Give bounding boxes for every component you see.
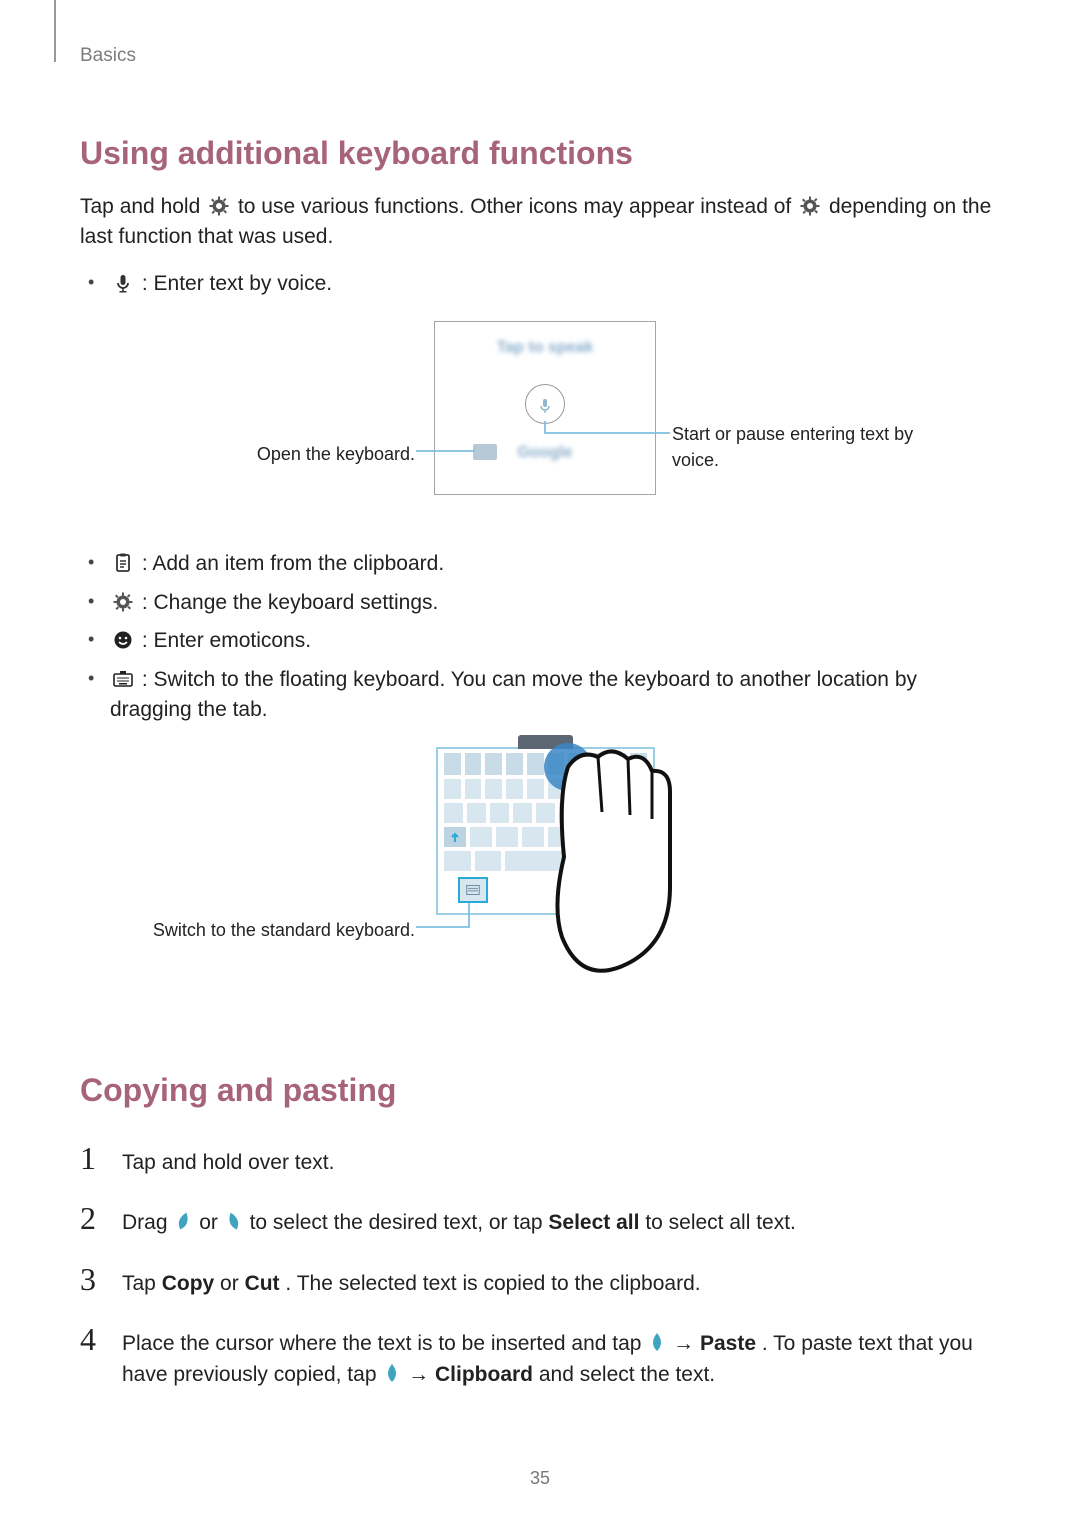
step-4: 4 Place the cursor where the text is to … [80, 1311, 1000, 1402]
floating-keyboard-illustration: Switch to the standard keyboard. [80, 747, 1000, 1007]
step-4-arrow-2: → [408, 1363, 435, 1386]
section-heading-keyboard-functions: Using additional keyboard functions [80, 130, 1000, 176]
cursor-handle-icon [649, 1332, 665, 1352]
gear-icon [112, 591, 134, 613]
step-3-text-a: Tap [122, 1272, 162, 1295]
intro-text-a: Tap and hold [80, 195, 206, 218]
voice-panel: Tap to speak Google [434, 321, 656, 495]
select-all-label: Select all [548, 1211, 639, 1234]
step-4-text-a: Place the cursor where the text is to be… [122, 1332, 647, 1355]
label-open-keyboard: Open the keyboard. [140, 441, 415, 467]
step-4-arrow-1: → [673, 1332, 700, 1355]
intro-paragraph: Tap and hold to use various functions. O… [80, 192, 1000, 253]
keyboard-icon [473, 444, 497, 460]
step-number: 4 [80, 1323, 104, 1355]
selection-handle-left-icon [175, 1211, 191, 1231]
gear-icon [208, 195, 230, 217]
smiley-icon [112, 629, 134, 651]
cut-label: Cut [245, 1272, 280, 1295]
step-3-text-b: or [220, 1272, 245, 1295]
step-1: 1 Tap and hold over text. [80, 1130, 1000, 1190]
step-2-text-b: or [199, 1211, 224, 1234]
bullet-voice: : Enter text by voice. [102, 265, 1000, 303]
bullet-emoticons-text: : Enter emoticons. [136, 629, 311, 652]
bullet-floating-text: : Switch to the floating keyboard. You c… [110, 668, 917, 721]
selection-handle-right-icon [226, 1211, 242, 1231]
bullet-floating: : Switch to the floating keyboard. You c… [102, 661, 1000, 730]
step-1-text: Tap and hold over text. [122, 1142, 1000, 1178]
step-number: 3 [80, 1263, 104, 1295]
step-4-text-e: and select the text. [539, 1363, 715, 1386]
bullet-settings: : Change the keyboard settings. [102, 584, 1000, 622]
bullet-voice-text: : Enter text by voice. [136, 272, 332, 295]
gear-icon [799, 195, 821, 217]
paste-label: Paste [700, 1332, 756, 1355]
voice-panel-title-blurred: Tap to speak [435, 336, 655, 359]
label-start-pause-voice: Start or pause entering text by voice. [672, 421, 952, 473]
pointing-hand-icon [540, 737, 690, 997]
clipboard-icon [112, 552, 134, 574]
voice-panel-brand-blurred: Google [517, 441, 572, 464]
step-2-text-d: to select all text. [645, 1211, 796, 1234]
mic-button [525, 384, 565, 424]
mic-icon [112, 272, 134, 294]
clipboard-label: Clipboard [435, 1363, 533, 1386]
step-number: 1 [80, 1142, 104, 1174]
copy-label: Copy [162, 1272, 215, 1295]
section-heading-copy-paste: Copying and pasting [80, 1067, 1000, 1113]
step-2: 2 Drag or to select the desired text, or… [80, 1190, 1000, 1250]
switch-keyboard-icon [458, 877, 488, 903]
floating-keyboard-icon [112, 668, 134, 690]
breadcrumb: Basics [80, 42, 1000, 70]
bullet-settings-text: : Change the keyboard settings. [136, 591, 438, 614]
intro-text-b: to use various functions. Other icons ma… [238, 195, 797, 218]
cursor-handle-icon [384, 1363, 400, 1383]
bullet-clipboard: : Add an item from the clipboard. [102, 545, 1000, 583]
bullet-clipboard-text: : Add an item from the clipboard. [136, 552, 444, 575]
label-switch-standard-keyboard: Switch to the standard keyboard. [100, 917, 415, 943]
voice-input-illustration: Tap to speak Google Open the keyboard. S… [80, 321, 1000, 521]
step-2-text-c: to select the desired text, or tap [250, 1211, 549, 1234]
page-number: 35 [0, 1465, 1080, 1491]
bullet-emoticons: : Enter emoticons. [102, 622, 1000, 660]
step-2-text-a: Drag [122, 1211, 173, 1234]
step-number: 2 [80, 1202, 104, 1234]
step-3-text-c: . The selected text is copied to the cli… [285, 1272, 700, 1295]
step-3: 3 Tap Copy or Cut . The selected text is… [80, 1251, 1000, 1311]
